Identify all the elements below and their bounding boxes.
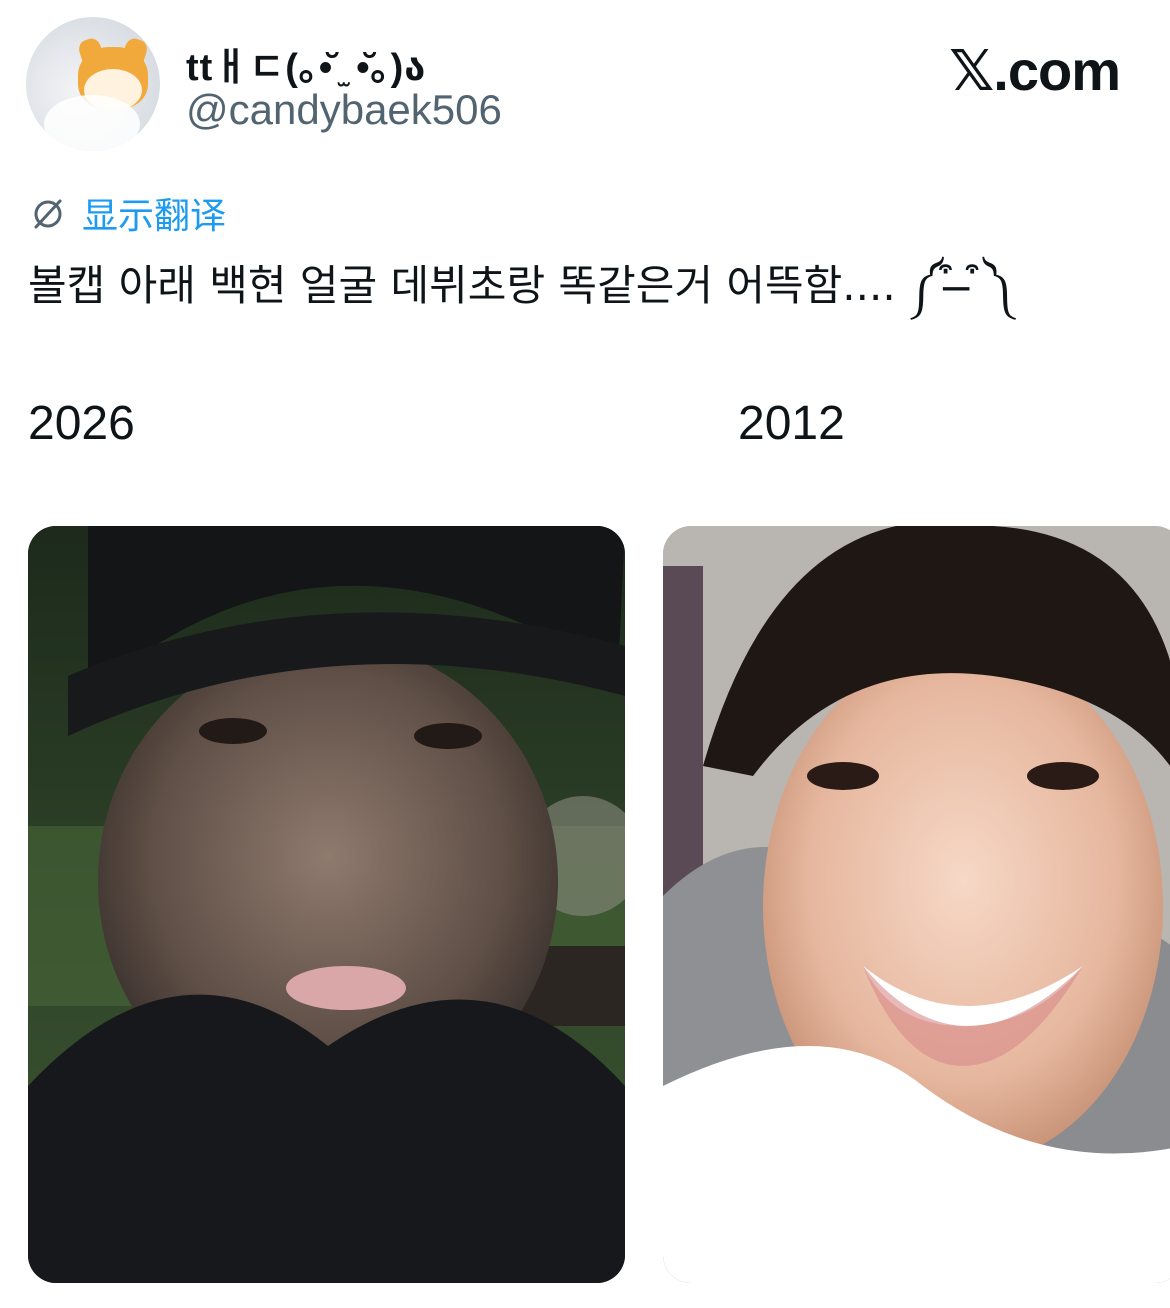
avatar[interactable]: [26, 17, 160, 151]
photo-left[interactable]: [28, 526, 625, 1283]
photo-right[interactable]: [663, 526, 1170, 1283]
year-label-right: 2012: [738, 397, 845, 450]
tweet-text: 볼캡 아래 백현 얼굴 데뷔초랑 똑같은거 어뜩함.... ༼ ͒ ̶ ͒༽: [28, 261, 1013, 310]
photo-left-image: [28, 526, 625, 1283]
show-translation-label: 显示翻译: [82, 196, 227, 237]
tweet-screenshot: ttㅐㄷ(｡•̆ ̫ •̆｡)ა @candybaek506 𝕏.com 显示翻…: [0, 0, 1170, 1308]
photo-right-image: [663, 526, 1170, 1283]
author-handle[interactable]: @candybaek506: [186, 86, 502, 134]
x-logo: 𝕏.com: [949, 39, 1121, 102]
plush-cloud: [44, 95, 140, 151]
year-label-left: 2026: [28, 397, 135, 450]
author-display-name[interactable]: ttㅐㄷ(｡•̆ ̫ •̆｡)ა: [186, 36, 426, 91]
show-translation-button[interactable]: 显示翻译: [28, 190, 227, 237]
no-translate-icon: [34, 199, 62, 229]
